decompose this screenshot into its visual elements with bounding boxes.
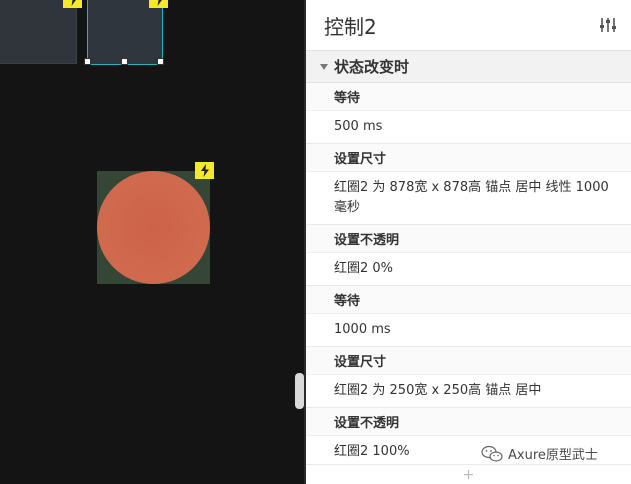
action-detail[interactable]: 1000 ms: [306, 314, 631, 347]
action-detail[interactable]: 红圈2 为 878宽 x 878高 锚点 居中 线性 1000毫秒: [306, 172, 631, 225]
canvas-scrollbar-thumb[interactable]: [295, 373, 304, 409]
lightning-bolt-icon[interactable]: [195, 162, 214, 179]
red-circle-shape[interactable]: [97, 171, 210, 284]
resize-handle-bottom-right[interactable]: [157, 58, 164, 65]
action-title[interactable]: 设置不透明: [306, 408, 631, 436]
red-circle-widget-box[interactable]: [97, 171, 210, 284]
canvas-widget-left[interactable]: [0, 0, 82, 64]
action-title[interactable]: 设置不透明: [306, 225, 631, 253]
action-title[interactable]: 等待: [306, 83, 631, 111]
resize-handle-bottom-left[interactable]: [84, 58, 91, 65]
interactions-panel: 控制2 状态改变时 等待 500 ms 设置尺寸 红圈2 为 878宽 x 878高 …: [306, 0, 631, 484]
action-detail[interactable]: 红圈2 为 250宽 x 250高 锚点 居中: [306, 375, 631, 408]
sliders-icon[interactable]: [599, 16, 617, 34]
wechat-icon: [481, 445, 503, 462]
lightning-bolt-icon[interactable]: [63, 0, 82, 8]
add-action-row[interactable]: +: [306, 464, 631, 484]
action-detail[interactable]: 500 ms: [306, 111, 631, 144]
panel-header: 控制2: [306, 0, 631, 51]
event-section-header[interactable]: 状态改变时: [306, 51, 631, 83]
event-title: 状态改变时: [334, 58, 410, 76]
selected-widget[interactable]: [84, 0, 168, 65]
design-canvas[interactable]: [0, 0, 306, 484]
action-title[interactable]: 设置尺寸: [306, 144, 631, 172]
lightning-bolt-icon[interactable]: [149, 0, 168, 8]
action-title[interactable]: 设置尺寸: [306, 347, 631, 375]
add-icon[interactable]: +: [463, 467, 475, 483]
action-detail[interactable]: 红圈2 0%: [306, 253, 631, 286]
watermark-text: Axure原型武士: [508, 448, 598, 463]
action-title[interactable]: 等待: [306, 286, 631, 314]
action-list: 等待 500 ms 设置尺寸 红圈2 为 878宽 x 878高 锚点 居中 线性 1…: [306, 83, 631, 469]
panel-title: 控制2: [324, 14, 377, 39]
caret-down-icon[interactable]: [320, 63, 328, 70]
resize-handle-bottom[interactable]: [121, 58, 128, 65]
watermark: Axure原型武士: [481, 444, 598, 463]
